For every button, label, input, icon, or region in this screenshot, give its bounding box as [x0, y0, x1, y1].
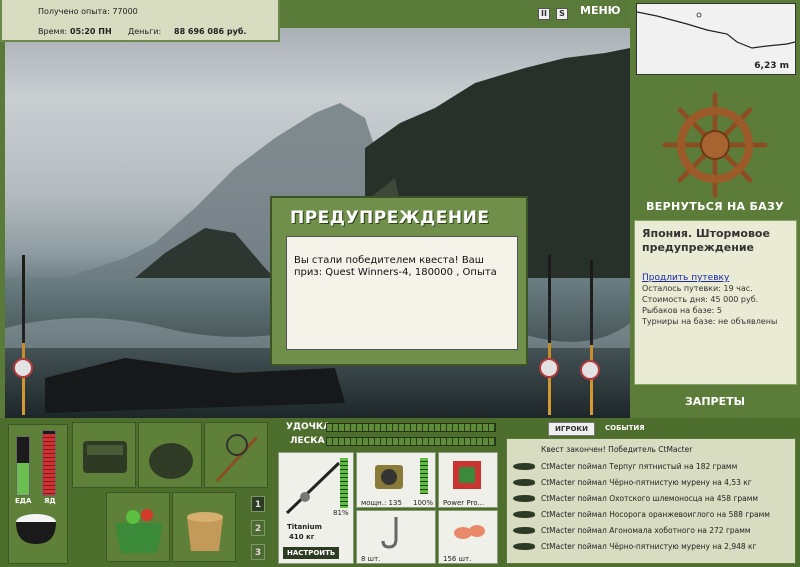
rod-label: УДОЧКА [286, 422, 331, 432]
fishing-rod[interactable] [590, 260, 593, 415]
tune-button[interactable]: НАСТРОИТЬ [283, 547, 340, 559]
inventory-slot-bucket[interactable] [172, 492, 236, 562]
extend-trip-link[interactable]: Продлить путевку [642, 273, 789, 283]
fish-icon [513, 511, 535, 518]
line-name: Power Pro... [443, 499, 485, 507]
log-row: CtMacter поймал Чёрно-пятнистую мурену н… [513, 478, 752, 487]
poison-fill [43, 434, 55, 495]
inventory-slot-bag[interactable] [138, 422, 202, 488]
tackle-box-icon [83, 441, 127, 473]
line-durability-bar [326, 437, 496, 446]
depth-map[interactable]: 6,23 m [636, 3, 796, 75]
line-card[interactable]: Power Pro... [438, 452, 498, 508]
log-tabs: ИГРОКИ СОБЫТИЯ [548, 422, 651, 436]
rod-percent: 81% [333, 509, 349, 517]
fish-icon [513, 527, 535, 534]
bucket-icon [187, 512, 223, 551]
depth-readout: 6,23 m [754, 61, 789, 71]
pause-button[interactable]: II [538, 8, 550, 20]
reel-icon [539, 358, 559, 378]
stat-line: Осталось путевки: 19 час. [642, 284, 753, 293]
rod-name: Titanium [287, 523, 322, 531]
log-row: CtMacter поймал Терпуг пятнистый на 182 … [513, 462, 737, 471]
poison-label: ЯД [44, 497, 56, 505]
rod-durability-bar [326, 423, 496, 432]
cauldron-icon[interactable] [12, 508, 60, 548]
reel-icon [13, 358, 33, 378]
slot-page-button[interactable]: 3 [251, 544, 265, 560]
reel-item-icon [375, 465, 403, 489]
fishing-rod[interactable] [22, 255, 25, 415]
food-fill [17, 463, 29, 495]
shrimp-bait-icon [454, 525, 485, 539]
bag-icon [149, 443, 193, 479]
hook-icon [381, 517, 398, 549]
location-title: Япония. Штормовое предупреждение [642, 227, 770, 254]
money-label: Деньги: [128, 27, 162, 36]
player-info-panel: Получено опыта: 77000 Время: 05:20 ПН Де… [0, 0, 280, 42]
tab-events[interactable]: СОБЫТИЯ [599, 422, 651, 436]
line-spool-icon [453, 461, 481, 489]
log-row: CtMacter поймал Охотского шлемоносца на … [513, 494, 758, 503]
inventory-slot-net[interactable] [204, 422, 268, 488]
tab-players[interactable]: ИГРОКИ [548, 422, 595, 436]
food-meter [16, 436, 30, 496]
log-row: CtMacter поймал Носорога оранжевоиглого … [513, 510, 770, 519]
bait-count: 156 шт. [443, 555, 472, 563]
reel-level-bar [420, 458, 428, 494]
rod-icon [285, 461, 341, 515]
log-row: CtMacter поймал Чёрно-пятнистую мурену н… [513, 542, 757, 551]
time-label: Время: [38, 27, 68, 36]
fish-icon [513, 495, 535, 502]
food-label: ЕДА [15, 497, 32, 505]
stat-line: Турниры на базе: не объявлены [642, 317, 778, 326]
restrictions-button[interactable]: ЗАПРЕТЫ [632, 390, 798, 414]
hook-card[interactable]: 8 шт. [356, 510, 436, 564]
return-to-base-button[interactable]: ВЕРНУТЬСЯ НА БАЗУ [632, 196, 798, 218]
line-label: ЛЕСКА [290, 436, 325, 446]
stat-line: Стоимость дня: 45 000 руб. [642, 295, 759, 304]
landing-net-icon [215, 434, 259, 483]
money-value: 88 696 086 руб. [174, 27, 247, 36]
sound-button[interactable]: S [556, 8, 568, 20]
ship-wheel-icon[interactable] [660, 90, 770, 200]
fish-icon [513, 543, 535, 550]
log-row: CtMacter поймал Агономала хоботного на 2… [513, 526, 751, 535]
fish-icon [513, 479, 535, 486]
dialog-title: ПРЕДУПРЕЖДЕНИЕ [290, 208, 490, 228]
time-value: 05:20 ПН [70, 27, 112, 36]
dialog-message: Вы стали победителем квеста! Ваш приз: Q… [286, 236, 518, 350]
poison-meter [42, 430, 56, 496]
stat-line: Рыбаков на базе: 5 [642, 306, 722, 315]
reel-icon [580, 360, 600, 380]
reel-percent: 100% [413, 499, 434, 507]
fishing-rod[interactable] [548, 255, 551, 415]
menu-button[interactable]: МЕНЮ [580, 4, 621, 17]
slot-page-button[interactable]: 1 [251, 496, 265, 512]
inventory-slot-food-basket[interactable] [106, 492, 170, 562]
rod-level-bar [340, 458, 348, 508]
log-header: Квест закончен! Победитель CtMacter [541, 445, 693, 454]
experience-text: Получено опыта: 77000 [38, 7, 138, 16]
food-basket-icon [115, 509, 163, 553]
bait-card[interactable]: 156 шт. [438, 510, 498, 564]
warning-dialog[interactable]: ПРЕДУПРЕЖДЕНИЕ Вы стали победителем квес… [270, 196, 528, 366]
inventory-slot-tackle-box[interactable] [72, 422, 136, 488]
event-log: Квест закончен! Победитель CtMacter CtMa… [506, 438, 796, 564]
slot-page-button[interactable]: 2 [251, 520, 265, 536]
location-panel: Япония. Штормовое предупреждение Продлит… [634, 220, 797, 385]
reel-power: мощн.: 135 [361, 499, 402, 507]
hook-count: 8 шт. [361, 555, 381, 563]
fish-icon [513, 463, 535, 470]
top-controls: II S [538, 6, 568, 22]
rod-weight: 410 кг [289, 533, 315, 541]
